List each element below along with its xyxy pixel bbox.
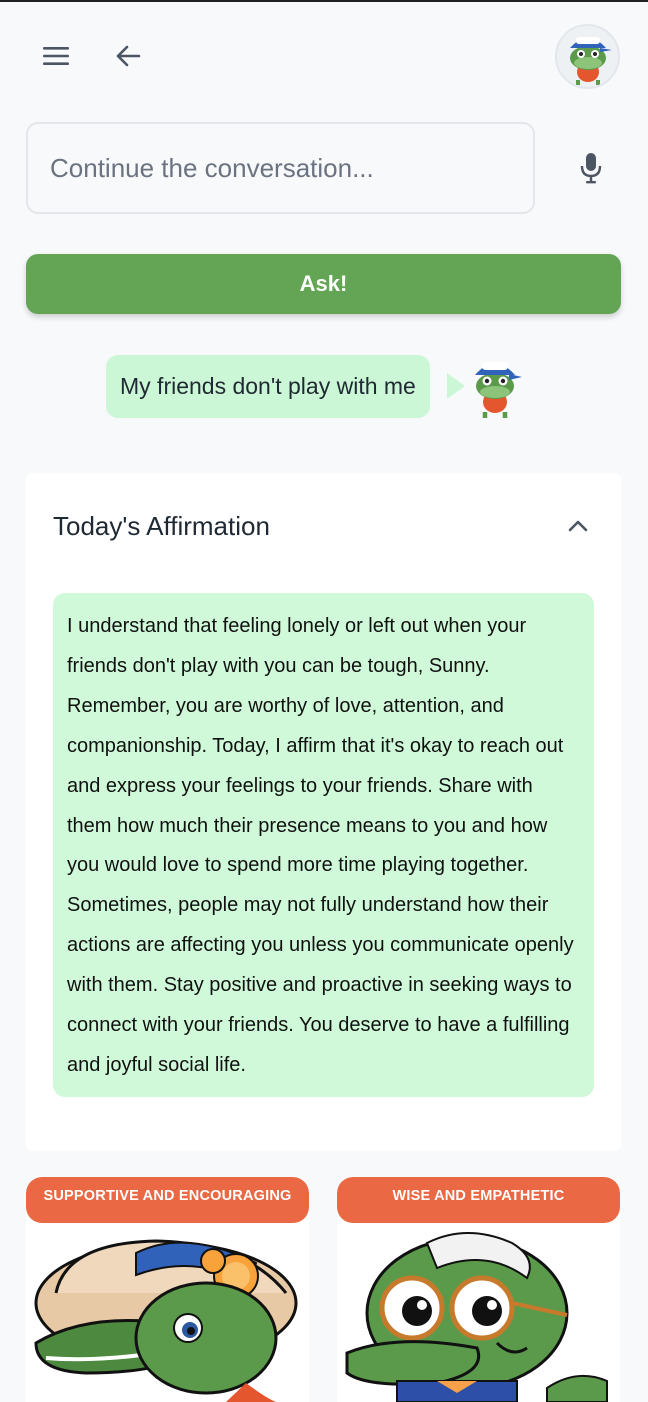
conversation-input-wrapper	[26, 122, 535, 214]
affirmation-card: Today's Affirmation I understand that fe…	[26, 473, 621, 1151]
affirmation-title: Today's Affirmation	[53, 511, 270, 541]
persona-card-wise[interactable]: WISE AND EMPATHETIC	[337, 1177, 620, 1402]
user-gator-avatar-icon	[569, 36, 612, 85]
persona-label: SUPPORTIVE AND ENCOURAGING	[26, 1177, 309, 1223]
conversation-input[interactable]	[28, 124, 533, 212]
user-message-bubble: My friends don't play with me	[106, 355, 430, 418]
persona-label: WISE AND EMPATHETIC	[337, 1177, 620, 1223]
microphone-button[interactable]	[570, 146, 612, 190]
user-avatar-button[interactable]	[555, 24, 620, 89]
back-button[interactable]	[108, 36, 148, 76]
collapse-button[interactable]	[563, 511, 593, 541]
ask-button[interactable]: Ask!	[26, 254, 621, 314]
menu-button[interactable]	[36, 36, 76, 76]
affirmation-text: I understand that feeling lonely or left…	[53, 593, 594, 1097]
microphone-icon	[580, 153, 602, 184]
hamburger-menu-icon	[43, 47, 69, 65]
gator-glasses-elder-icon	[345, 1232, 608, 1402]
top-edge-line	[0, 0, 648, 2]
user-message-avatar	[466, 352, 524, 420]
arrow-left-icon	[116, 45, 141, 67]
user-gator-avatar-icon	[475, 362, 522, 418]
user-message-bubble-tail	[447, 373, 465, 399]
persona-card-supportive[interactable]: SUPPORTIVE AND ENCOURAGING	[26, 1177, 309, 1402]
chevron-up-icon	[568, 520, 588, 532]
gator-sunhat-orange-icon	[34, 1239, 298, 1402]
